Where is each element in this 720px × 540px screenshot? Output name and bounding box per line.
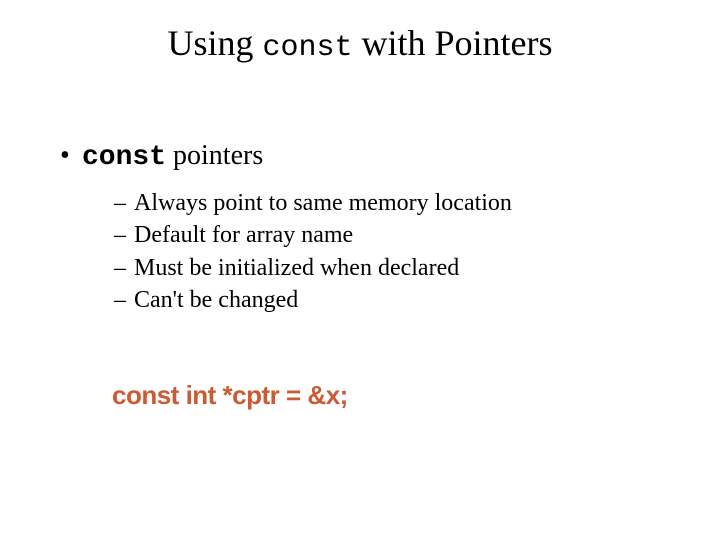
slide-title: Using const with Pointers: [0, 22, 720, 65]
dash-icon: –: [114, 252, 134, 284]
slide-body: •const pointers –Always point to same me…: [60, 140, 660, 317]
bullet-keyword: const: [82, 142, 166, 173]
sub-item-text: Always point to same memory location: [134, 190, 512, 216]
sub-item-text: Can't be changed: [134, 287, 298, 313]
dash-icon: –: [114, 219, 134, 251]
sub-item-2: –Must be initialized when declared: [114, 252, 660, 284]
bullet-text: pointers: [166, 140, 263, 171]
bullet-marker: •: [60, 140, 82, 172]
bullet-level1: •const pointers: [60, 140, 660, 173]
dash-icon: –: [114, 187, 134, 219]
sub-item-1: –Default for array name: [114, 219, 660, 251]
sub-item-3: –Can't be changed: [114, 284, 660, 316]
slide: Using const with Pointers •const pointer…: [0, 0, 720, 540]
sub-item-text: Must be initialized when declared: [134, 255, 459, 281]
sub-item-text: Default for array name: [134, 222, 353, 248]
title-part1: Using: [167, 23, 262, 63]
dash-icon: –: [114, 284, 134, 316]
sub-item-0: –Always point to same memory location: [114, 187, 660, 219]
code-example: const int *cptr = &x;: [112, 380, 348, 411]
title-part2: with Pointers: [353, 23, 553, 63]
title-keyword: const: [262, 31, 352, 65]
